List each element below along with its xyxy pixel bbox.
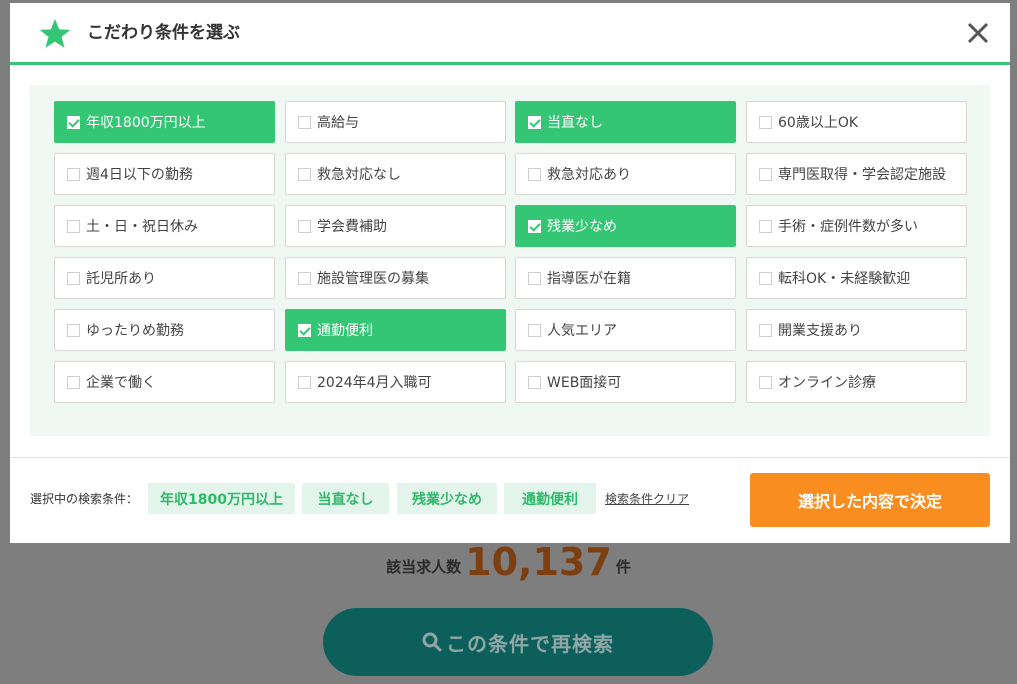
checkbox-checked[interactable] xyxy=(528,219,541,233)
checkbox[interactable] xyxy=(528,271,541,285)
footer-divider xyxy=(10,457,1010,458)
condition-option[interactable]: 当直なし xyxy=(515,101,736,143)
checkbox-checked[interactable] xyxy=(528,115,541,129)
clear-conditions-link[interactable]: 検索条件クリア xyxy=(605,490,689,507)
condition-option-label: 学会費補助 xyxy=(317,219,387,235)
submit-button[interactable]: 選択した内容で決定 xyxy=(750,473,990,527)
checkbox[interactable] xyxy=(298,271,311,285)
condition-option[interactable]: オンライン診療 xyxy=(746,361,967,403)
checkbox[interactable] xyxy=(67,323,80,337)
checkbox[interactable] xyxy=(67,219,80,233)
modal-title: こだわり条件を選ぶ xyxy=(87,23,240,43)
condition-option[interactable]: 転科OK・未経験歓迎 xyxy=(746,257,967,299)
condition-option[interactable]: 手術・症例件数が多い xyxy=(746,205,967,247)
condition-option[interactable]: 人気エリア xyxy=(515,309,736,351)
condition-option-label: 当直なし xyxy=(547,115,603,131)
checkbox-checked[interactable] xyxy=(298,323,311,337)
checkbox[interactable] xyxy=(298,219,311,233)
checkbox-checked[interactable] xyxy=(67,115,80,129)
modal-header: こだわり条件を選ぶ xyxy=(10,3,1010,65)
condition-option-label: 指導医が在籍 xyxy=(547,271,631,287)
condition-option-label: 託児所あり xyxy=(86,271,156,287)
star-icon xyxy=(39,19,71,48)
condition-option[interactable]: 救急対応なし xyxy=(285,153,506,195)
condition-option-label: ゆったりめ勤務 xyxy=(86,323,184,339)
checkbox[interactable] xyxy=(759,167,772,181)
condition-option[interactable]: WEB面接可 xyxy=(515,361,736,403)
search-icon xyxy=(422,632,442,652)
selected-tag[interactable]: 年収1800万円以上 xyxy=(148,483,295,514)
options-grid: 年収1800万円以上 高給与 当直なし 60歳以上OK 週4日以下の勤務 救急対応なし 救急… xyxy=(30,85,990,436)
condition-option-label: 残業少なめ xyxy=(547,219,617,235)
condition-option[interactable]: 開業支援あり xyxy=(746,309,967,351)
condition-option[interactable]: 年収1800万円以上 xyxy=(54,101,275,143)
selected-tag[interactable]: 残業少なめ xyxy=(397,483,497,514)
checkbox[interactable] xyxy=(67,271,80,285)
checkbox[interactable] xyxy=(528,375,541,389)
condition-option-label: 専門医取得・学会認定施設 xyxy=(778,167,946,183)
condition-option[interactable]: 託児所あり xyxy=(54,257,275,299)
checkbox[interactable] xyxy=(298,375,311,389)
condition-option-label: 週4日以下の勤務 xyxy=(86,167,193,183)
checkbox[interactable] xyxy=(67,167,80,181)
selected-conditions-label: 選択中の検索条件： xyxy=(30,492,139,506)
condition-option-label: 救急対応なし xyxy=(317,167,401,183)
checkbox[interactable] xyxy=(759,323,772,337)
checkbox[interactable] xyxy=(759,375,772,389)
condition-option-label: 高給与 xyxy=(317,115,359,131)
condition-option-label: 救急対応あり xyxy=(547,167,631,183)
selected-tag[interactable]: 当直なし xyxy=(302,483,389,514)
checkbox[interactable] xyxy=(759,271,772,285)
job-count-value: 10,137 xyxy=(465,540,612,584)
condition-option-label: 手術・症例件数が多い xyxy=(778,219,918,235)
condition-option[interactable]: 専門医取得・学会認定施設 xyxy=(746,153,967,195)
condition-option-label: 転科OK・未経験歓迎 xyxy=(778,271,911,287)
condition-option-label: 通勤便利 xyxy=(317,323,373,339)
condition-option-label: 土・日・祝日休み xyxy=(86,219,198,235)
job-count-label: 該当求人数 xyxy=(386,558,462,576)
condition-option[interactable]: 指導医が在籍 xyxy=(515,257,736,299)
condition-option[interactable]: 通勤便利 xyxy=(285,309,506,351)
condition-option-label: 企業で働く xyxy=(86,375,156,391)
checkbox[interactable] xyxy=(528,167,541,181)
checkbox[interactable] xyxy=(67,375,80,389)
research-button[interactable]: この条件で再検索 xyxy=(323,608,713,676)
checkbox[interactable] xyxy=(759,115,772,129)
research-button-label: この条件で再検索 xyxy=(446,631,614,656)
condition-option[interactable]: 施設管理医の募集 xyxy=(285,257,506,299)
selected-tag[interactable]: 通勤便利 xyxy=(504,483,596,514)
condition-option[interactable]: 土・日・祝日休み xyxy=(54,205,275,247)
checkbox[interactable] xyxy=(298,167,311,181)
conditions-modal: こだわり条件を選ぶ 年収1800万円以上 高給与 当直なし 60歳以上OK 週4日以下の… xyxy=(10,3,1010,543)
condition-option-label: オンライン診療 xyxy=(778,375,876,391)
condition-option[interactable]: 2024年4月入職可 xyxy=(285,361,506,403)
condition-option-label: 2024年4月入職可 xyxy=(317,375,432,391)
condition-option[interactable]: 学会費補助 xyxy=(285,205,506,247)
job-count-unit: 件 xyxy=(615,558,631,576)
checkbox[interactable] xyxy=(759,219,772,233)
condition-option-label: 年収1800万円以上 xyxy=(86,115,206,131)
condition-option[interactable]: ゆったりめ勤務 xyxy=(54,309,275,351)
condition-option-label: 開業支援あり xyxy=(778,323,862,339)
condition-option[interactable]: 高給与 xyxy=(285,101,506,143)
condition-option[interactable]: 残業少なめ xyxy=(515,205,736,247)
checkbox[interactable] xyxy=(298,115,311,129)
condition-option[interactable]: 週4日以下の勤務 xyxy=(54,153,275,195)
condition-option-label: 60歳以上OK xyxy=(778,115,859,131)
condition-option[interactable]: 企業で働く xyxy=(54,361,275,403)
condition-option[interactable]: 60歳以上OK xyxy=(746,101,967,143)
condition-option-label: 人気エリア xyxy=(547,323,617,339)
close-icon[interactable] xyxy=(965,20,991,46)
condition-option-label: WEB面接可 xyxy=(547,375,622,391)
condition-option[interactable]: 救急対応あり xyxy=(515,153,736,195)
condition-option-label: 施設管理医の募集 xyxy=(317,271,429,287)
checkbox[interactable] xyxy=(528,323,541,337)
